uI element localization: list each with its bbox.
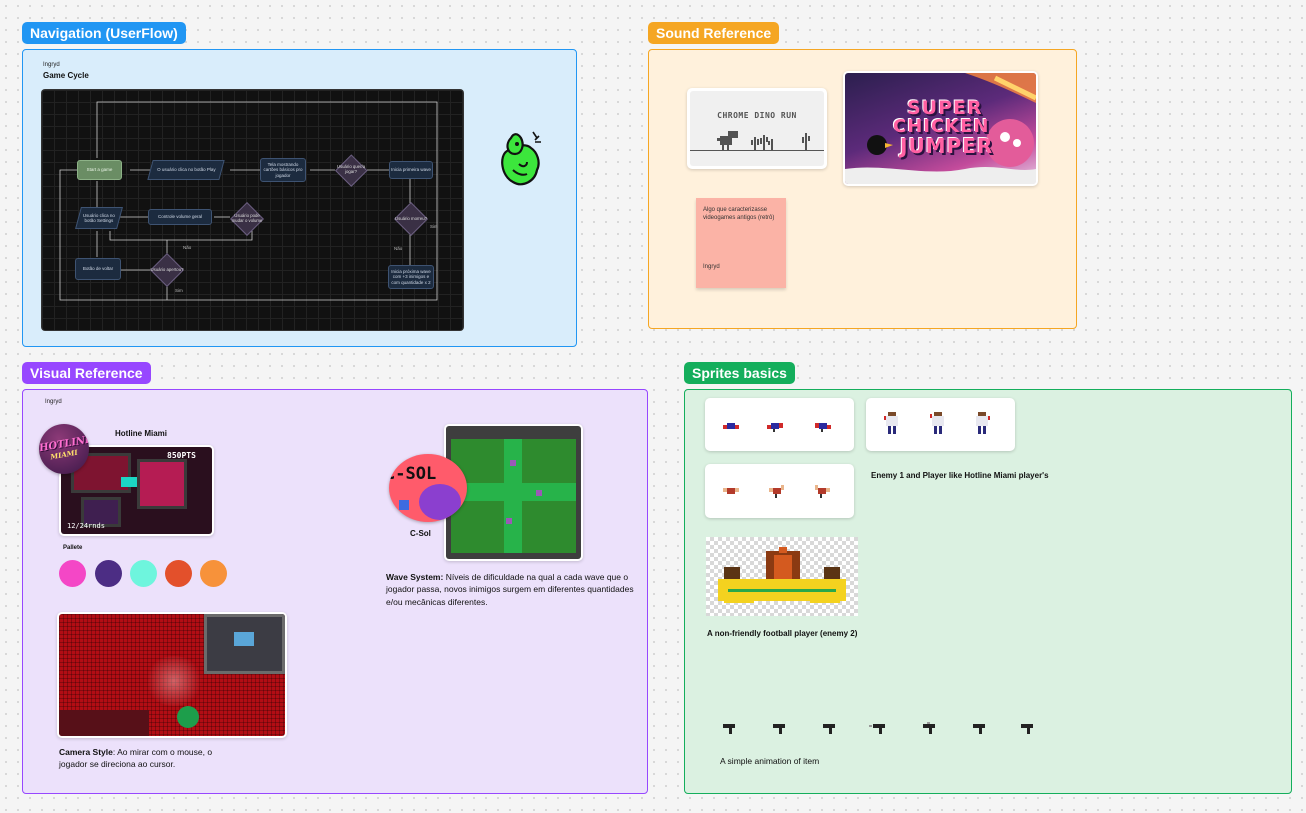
player-sprites-card[interactable] [866,398,1015,451]
dino-card-inner: CHROME DINO RUN [690,91,824,166]
super-chicken-jumper-card[interactable]: SUPER CHICKEN JUMPER [843,71,1038,186]
camera-style-caption: Camera Style: Ao mirar com o mouse, o jo… [59,746,239,771]
navigation-section[interactable]: Ingryd Game Cycle Start a game O usuário… [22,49,577,347]
flow-tutorial-node[interactable]: Tela mostrando cartões básicos pro jogad… [260,158,306,182]
flow-pressed-decision[interactable]: Usuário apertou? [150,253,184,287]
flow-settings-click-text: Usuário clica no botão Settings [82,212,115,223]
flow-label-nao-2: Não [183,245,192,250]
enemy-sprite-frames [723,423,831,432]
hotline-ammo: 12/24rnds [67,522,105,530]
flow-next-wave-text: Inicia próxima wave com +3 inimigos e co… [391,268,431,285]
csol-label: C-Sol [410,529,431,538]
flow-wants-play-text: Usuário quer/a jogar? [336,164,366,174]
flow-can-change-volume-decision[interactable]: Usuário pode mudar o volume [230,202,264,236]
visual-author: Ingryd [45,399,62,405]
fighter-sprites-card[interactable] [705,464,854,518]
navigation-section-label[interactable]: Navigation (UserFlow) [22,22,186,44]
flow-next-wave-node[interactable]: Inicia próxima wave com +3 inimigos e co… [388,265,434,289]
flow-first-wave-node[interactable]: Inicia primeira wave [389,161,433,179]
flow-volume-control-text: Controle volume geral [157,214,203,220]
fighter-sprite-frames [723,485,830,498]
flow-pressed-text: Usuário apertou? [150,266,184,272]
palette-swatch-red[interactable] [165,560,192,587]
sound-section[interactable]: CHROME DINO RUN SUPER CHICKEN JUMPER Alg… [648,49,1077,329]
flow-first-wave-text: Inicia primeira wave [391,167,431,173]
hotline-miami-label: Hotline Miami [115,429,168,438]
sticky-text: Algo que caracterizasse videogames antig… [703,207,775,222]
flow-label-sim-1: Sim [430,224,438,229]
csol-logo-text: C-SOL [389,464,437,484]
flow-label-nao-1: Não [394,246,403,251]
wave-system-caption: Wave System: Níveis de dificuldade na qu… [386,571,636,608]
sprites-section-label[interactable]: Sprites basics [684,362,795,384]
palette-swatch-mint[interactable] [130,560,157,587]
visual-section[interactable]: Ingryd Hotline Miami 850PTS 12/24rnds HO… [22,389,648,794]
flow-died-text: Usuário morreu? [394,215,427,221]
football-caption: A non-friendly football player (enemy 2) [707,629,858,638]
flow-play-click-node[interactable]: O usuário clica no botão Play [147,160,225,180]
hotline-miami-logo[interactable]: HOTLINE MIAMI [39,424,89,474]
chrome-dino-card[interactable]: CHROME DINO RUN [687,88,827,169]
palette-swatch-pink[interactable] [59,560,86,587]
dino-scene-icon [690,131,824,151]
retro-sticky-note[interactable]: Algo que caracterizasse videogames antig… [696,198,786,288]
hotline-score: 850PTS [167,451,196,460]
green-blob-sticker-icon[interactable] [497,126,549,188]
flow-start-node[interactable]: Start a game [77,160,122,180]
navigation-author: Ingryd [43,62,60,68]
sticky-author: Ingryd [703,264,720,270]
football-player-icon [718,547,846,603]
enemy-caption: Enemy 1 and Player like Hotline Miami pl… [871,471,1049,480]
flow-play-click-text: O usuário clica no botão Play [156,167,216,173]
camera-screen [59,614,285,736]
palette-swatch-purple[interactable] [95,560,122,587]
flow-back-button-text: Botão de voltar [82,266,114,272]
item-animation-frames[interactable] [723,722,1043,736]
hotline-camera-screenshot-card[interactable] [57,612,287,738]
flow-wants-play-decision[interactable]: Usuário quer/a jogar? [335,154,367,186]
visual-section-label[interactable]: Visual Reference [22,362,151,384]
flow-can-change-volume-text: Usuário pode mudar o volume [231,213,263,223]
enemy-sprites-card[interactable] [705,398,854,451]
player-sprite-frames [884,412,990,434]
flow-tutorial-text: Tela mostrando cartões básicos pro jogad… [263,161,303,178]
sprites-section[interactable]: Enemy 1 and Player like Hotline Miami pl… [684,389,1292,794]
dino-title: CHROME DINO RUN [717,111,797,120]
chicken-art: SUPER CHICKEN JUMPER [845,73,1036,184]
flow-died-decision[interactable]: Usuário morreu? [394,202,428,236]
flow-settings-click-node[interactable]: Usuário clica no botão Settings [75,207,123,229]
wave-system-title: Wave System: [386,572,444,582]
game-cycle-title: Game Cycle [43,71,89,80]
csol-logo[interactable]: C-SOL [389,454,467,522]
football-player-sprite[interactable] [706,537,858,616]
item-caption: A simple animation of item [720,756,820,766]
sound-section-label[interactable]: Sound Reference [648,22,780,44]
palette-label: Pallete [63,545,83,551]
palette-swatch-orange[interactable] [200,560,227,587]
camera-style-title: Camera Style [59,747,113,757]
flow-label-sim-2: Sim [175,288,183,293]
flow-back-button-node[interactable]: Botão de voltar [75,258,121,280]
flow-start-text: Start a game [86,167,113,173]
flow-volume-control-node[interactable]: Controle volume geral [148,209,212,225]
flowchart-board[interactable]: Start a game O usuário clica no botão Pl… [42,90,463,330]
chicken-title-3: JUMPER [900,134,994,158]
